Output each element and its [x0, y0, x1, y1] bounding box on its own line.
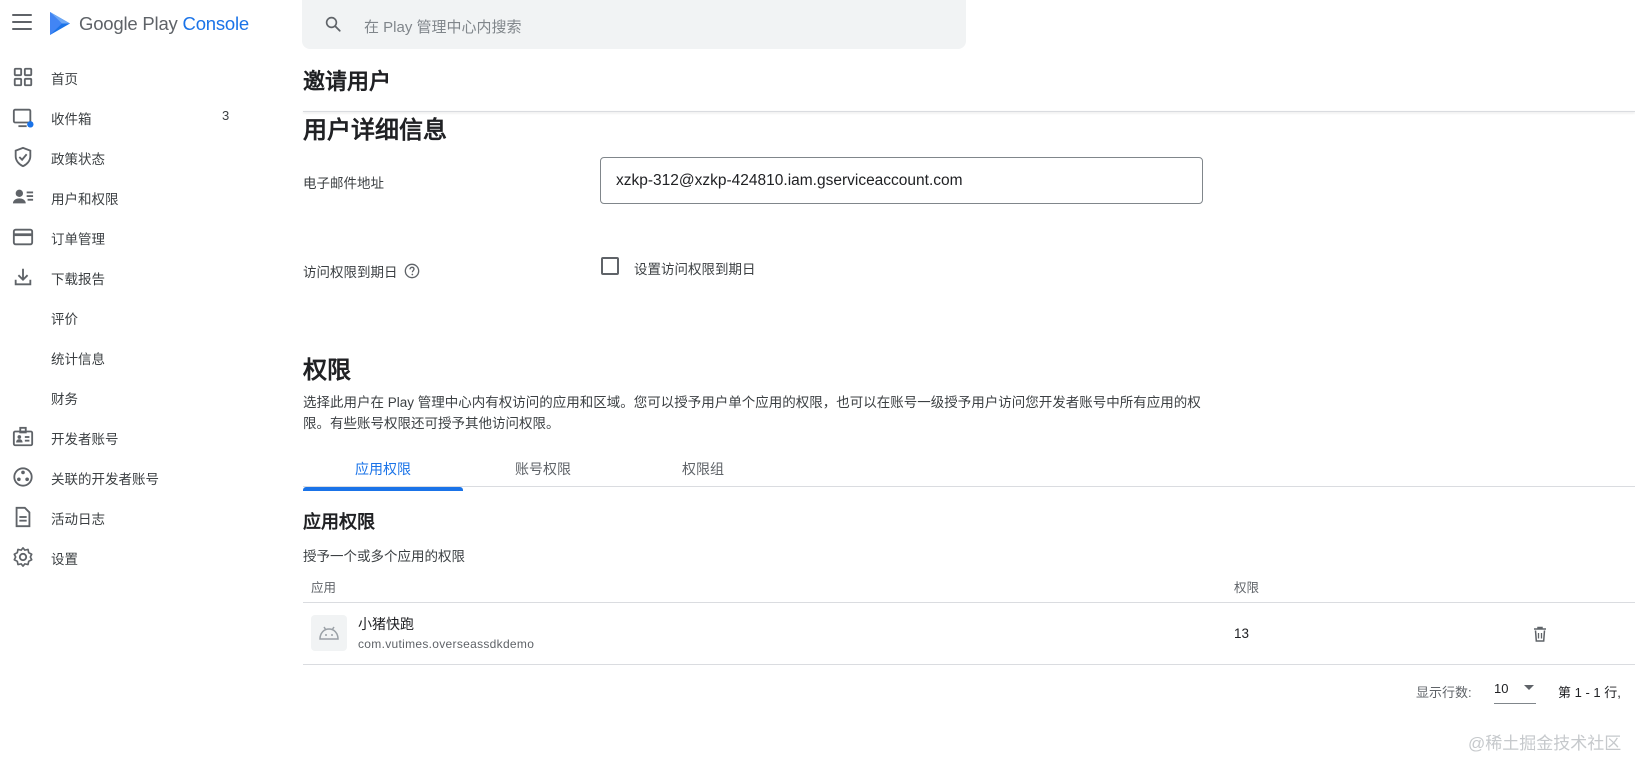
column-header-app: 应用: [311, 581, 337, 595]
tab-label: 权限组: [682, 461, 724, 477]
chevron-down-icon: [1524, 685, 1534, 690]
sidebar-item-ratings[interactable]: 评价: [0, 296, 260, 336]
sidebar-item-settings[interactable]: 设置: [0, 536, 260, 576]
sidebar-item-label: 开发者账号: [51, 432, 119, 447]
search-input[interactable]: 在 Play 管理中心内搜索: [364, 16, 522, 37]
permissions-description: 选择此用户在 Play 管理中心内有权访问的应用和区域。您可以授予用户单个应用的…: [303, 395, 1201, 431]
watermark: @稀土掘金技术社区: [1468, 734, 1622, 753]
sidebar-item-label: 统计信息: [51, 352, 105, 367]
sidebar-item-statistics[interactable]: 统计信息: [0, 336, 260, 376]
logo-text-accent: Console: [182, 13, 250, 34]
delete-button[interactable]: [1530, 624, 1550, 644]
sidebar-item-label: 收件箱: [51, 112, 92, 127]
menu-line: [12, 21, 32, 23]
sidebar-item-label: 订单管理: [51, 232, 105, 247]
sidebar-item-activity-log[interactable]: 活动日志: [0, 496, 260, 536]
expiry-checkbox-label[interactable]: 设置访问权限到期日: [634, 258, 756, 278]
expiry-label-row: 访问权限到期日: [303, 261, 420, 281]
expiry-label: 访问权限到期日: [303, 265, 398, 280]
tab-account-permissions[interactable]: 账号权限: [463, 459, 623, 487]
email-label: 电子邮件地址: [303, 176, 384, 191]
app-permissions-description: 授予一个或多个应用的权限: [303, 549, 465, 564]
sidebar-item-label: 用户和权限: [51, 192, 119, 207]
permission-count: 13: [1234, 626, 1250, 641]
inbox-count-badge: 3: [222, 108, 230, 123]
android-icon: [319, 626, 339, 640]
menu-line: [12, 28, 32, 30]
tab-label: 账号权限: [515, 461, 571, 477]
permission-tabs: 应用权限 账号权限 权限组: [303, 452, 1635, 491]
permissions-title: 权限: [303, 357, 351, 384]
gear-icon: [13, 547, 33, 567]
email-field[interactable]: [600, 157, 1203, 204]
app-package-name: com.vutimes.overseassdkdemo: [358, 637, 535, 651]
download-icon: [14, 268, 32, 286]
sidebar-item-label: 评价: [51, 312, 78, 327]
help-icon[interactable]: [404, 263, 420, 279]
expiry-checkbox[interactable]: [601, 257, 619, 275]
inbox-icon: [12, 108, 34, 128]
document-icon: [15, 506, 31, 528]
logo-text-main: Google Play: [79, 13, 183, 34]
main-menu-button[interactable]: [12, 14, 32, 32]
active-tab-indicator: [303, 487, 463, 491]
rows-per-page-value: 10: [1494, 681, 1509, 696]
rows-per-page-select[interactable]: 10: [1494, 679, 1536, 704]
sidebar-item-policy[interactable]: 政策状态: [0, 136, 260, 176]
tab-label: 应用权限: [355, 461, 411, 477]
badge-icon: [12, 426, 34, 447]
dashboard-icon: [13, 67, 33, 87]
menu-line: [12, 14, 32, 16]
pagination-range: 第 1 - 1 行,: [1558, 685, 1621, 700]
sidebar-item-label: 首页: [51, 72, 78, 87]
tab-permission-groups[interactable]: 权限组: [623, 459, 783, 487]
google-play-console-logo[interactable]: Google Play Console: [48, 11, 249, 37]
sidebar-item-home[interactable]: 首页: [0, 56, 260, 96]
sidebar-item-label: 政策状态: [51, 152, 105, 167]
page-title: 邀请用户: [303, 69, 392, 94]
sidebar-item-linked-accounts[interactable]: 关联的开发者账号: [0, 456, 260, 496]
app-permissions-title: 应用权限: [303, 512, 375, 532]
credit-card-icon: [12, 228, 34, 246]
table-header-divider: [303, 602, 1635, 603]
sidebar-item-users-permissions[interactable]: 用户和权限: [0, 176, 260, 216]
logo-text: Google Play Console: [79, 13, 249, 35]
sidebar-item-label: 下载报告: [51, 272, 105, 287]
sidebar-item-label: 活动日志: [51, 512, 105, 527]
column-header-permissions: 权限: [1234, 581, 1260, 595]
manage-accounts-icon: [12, 189, 34, 204]
title-divider: [303, 111, 1635, 112]
rows-per-page-label: 显示行数:: [1416, 685, 1472, 700]
shield-check-icon: [14, 146, 32, 168]
user-details-title: 用户详细信息: [303, 117, 447, 144]
sidebar-item-finance[interactable]: 财务: [0, 376, 260, 416]
sidebar: 首页 收件箱 3 政策状态 用户和权限 订单管理 下载报告 评价 统计信息 财务…: [0, 56, 260, 576]
sidebar-item-orders[interactable]: 订单管理: [0, 216, 260, 256]
sidebar-item-label: 财务: [51, 392, 78, 407]
sidebar-item-label: 关联的开发者账号: [51, 472, 159, 487]
play-logo-icon: [50, 12, 70, 35]
table-footer-divider: [303, 664, 1635, 665]
tab-app-permissions[interactable]: 应用权限: [303, 459, 463, 491]
trash-icon: [1534, 626, 1546, 642]
search-bar[interactable]: 在 Play 管理中心内搜索: [302, 0, 966, 49]
linked-accounts-icon: [13, 467, 33, 487]
sidebar-item-label: 设置: [51, 552, 78, 567]
search-icon: [325, 16, 341, 32]
sidebar-item-inbox[interactable]: 收件箱 3: [0, 96, 260, 136]
app-name: 小猪快跑: [358, 616, 414, 632]
sidebar-item-download-reports[interactable]: 下载报告: [0, 256, 260, 296]
sidebar-item-developer-account[interactable]: 开发者账号: [0, 416, 260, 456]
app-avatar: [311, 615, 347, 651]
